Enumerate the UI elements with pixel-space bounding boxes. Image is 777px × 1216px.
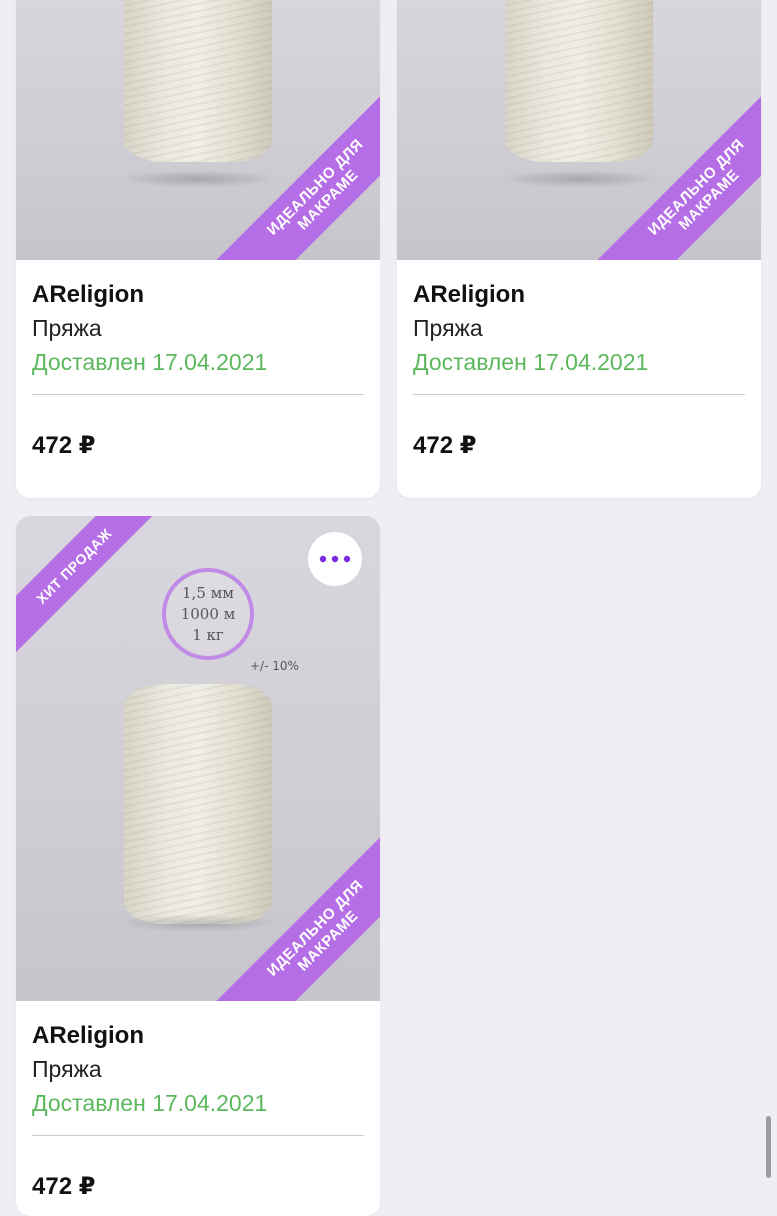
more-options-button[interactable] [308,532,362,586]
product-type: Пряжа [413,315,483,341]
product-card[interactable]: Идеально для макраме AReligion Пряжа Дос… [397,0,761,498]
product-brand: AReligion [32,281,144,308]
ribbon-bestseller-label: Хит продаж [33,525,115,607]
yarn-spool-image [124,0,272,162]
product-type: Пряжа [32,1056,102,1082]
product-price: 472 ₽ [32,432,96,459]
delivery-status: Доставлен 17.04.2021 [413,349,649,375]
product-info: AReligion Пряжа Доставлен 17.04.2021 472… [397,260,761,498]
spec-tolerance: +/- 10% [250,659,299,673]
product-image[interactable]: Идеально для макраме [397,0,761,260]
spec-length: 1000 м [180,604,236,623]
product-card[interactable]: Хит продаж 1,5 мм 1000 м 1 кг +/- 10% Ид… [16,516,380,1216]
spool-shadow [497,170,661,188]
product-price: 472 ₽ [413,432,477,459]
spec-thickness: 1,5 мм [182,583,234,602]
product-info: AReligion Пряжа Доставлен 17.04.2021 472… [16,1001,380,1202]
spec-weight: 1 кг [192,625,224,644]
vertical-scrollbar[interactable] [766,1116,771,1178]
delivery-status: Доставлен 17.04.2021 [32,349,268,375]
spec-badge: 1,5 мм 1000 м 1 кг [162,568,254,660]
product-info: AReligion Пряжа Доставлен 17.04.2021 472… [16,260,380,498]
product-image[interactable]: Идеально для макраме [16,0,380,260]
product-brand: AReligion [32,1022,144,1049]
bestseller-ribbon: Хит продаж [16,516,173,665]
yarn-spool-image [124,684,272,924]
product-image[interactable]: Хит продаж 1,5 мм 1000 м 1 кг +/- 10% Ид… [16,516,380,1001]
product-brand: AReligion [413,281,525,308]
product-price: 472 ₽ [32,1173,96,1200]
product-type: Пряжа [32,315,102,341]
product-card[interactable]: Идеально для макраме AReligion Пряжа Дос… [16,0,380,498]
spool-shadow [116,914,280,932]
delivery-status: Доставлен 17.04.2021 [32,1090,268,1116]
more-horizontal-icon [319,555,351,563]
yarn-spool-image [505,0,653,162]
spool-shadow [116,170,280,188]
